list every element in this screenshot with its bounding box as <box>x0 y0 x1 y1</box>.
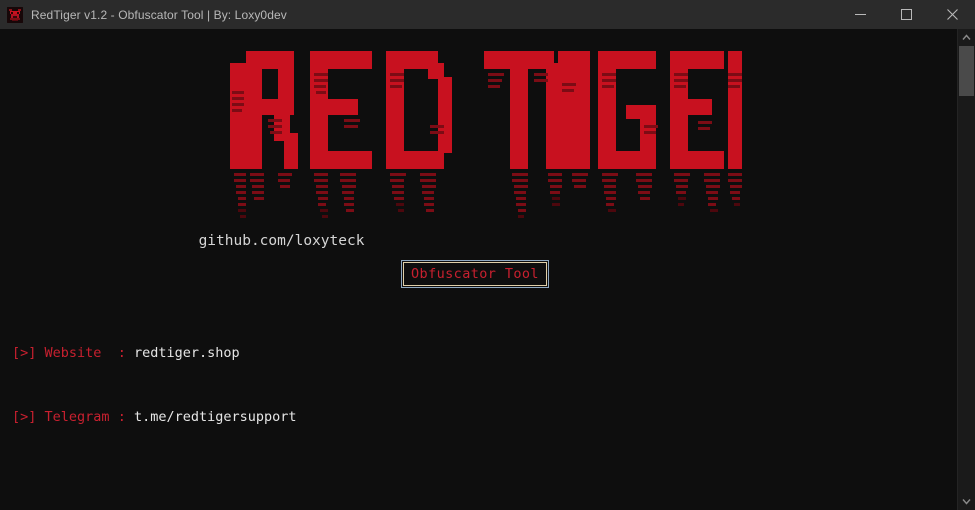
vertical-scrollbar[interactable] <box>957 29 975 510</box>
scroll-down-arrow-icon[interactable] <box>958 493 975 510</box>
title-bar[interactable]: RedTiger v1.2 - Obfuscator Tool | By: Lo… <box>0 0 975 29</box>
website-value[interactable]: redtiger.shop <box>134 345 240 361</box>
telegram-separator: : <box>117 409 126 425</box>
window-controls <box>837 0 975 29</box>
info-line-website: [>] Website : redtiger.shop <box>0 345 957 361</box>
telegram-marker: [>] <box>12 409 37 425</box>
scroll-up-arrow-icon[interactable] <box>958 29 975 46</box>
obfuscator-tool-box: Obfuscator Tool <box>401 260 549 288</box>
info-line-telegram: [>] Telegram : t.me/redtigersupport <box>0 409 957 425</box>
obfuscator-tool-box-inner: Obfuscator Tool <box>403 262 547 286</box>
tiger-icon <box>7 6 23 23</box>
scrollbar-thumb[interactable] <box>959 46 974 96</box>
website-separator: : <box>117 345 126 361</box>
app-window: RedTiger v1.2 - Obfuscator Tool | By: Lo… <box>0 0 975 510</box>
website-marker: [>] <box>12 345 37 361</box>
telegram-value[interactable]: t.me/redtigersupport <box>134 409 297 425</box>
terminal-text: [>] Website : redtiger.shop [>] Telegram… <box>0 297 957 510</box>
website-label: Website <box>44 345 110 361</box>
telegram-label: Telegram <box>44 409 110 425</box>
console-output[interactable]: github.com/loxyteck Obfuscator Tool [>] … <box>0 29 957 510</box>
red-tiger-ascii-banner <box>222 33 742 219</box>
scrollbar-track[interactable] <box>958 46 975 493</box>
maximize-button[interactable] <box>883 0 929 29</box>
close-button[interactable] <box>929 0 975 29</box>
obfuscator-tool-label: Obfuscator Tool <box>411 266 539 282</box>
github-tagline: github.com/loxyteck <box>198 233 365 249</box>
client-area: github.com/loxyteck Obfuscator Tool [>] … <box>0 29 975 510</box>
banner-area: github.com/loxyteck Obfuscator Tool <box>0 29 957 288</box>
minimize-button[interactable] <box>837 0 883 29</box>
window-title: RedTiger v1.2 - Obfuscator Tool | By: Lo… <box>31 7 287 22</box>
